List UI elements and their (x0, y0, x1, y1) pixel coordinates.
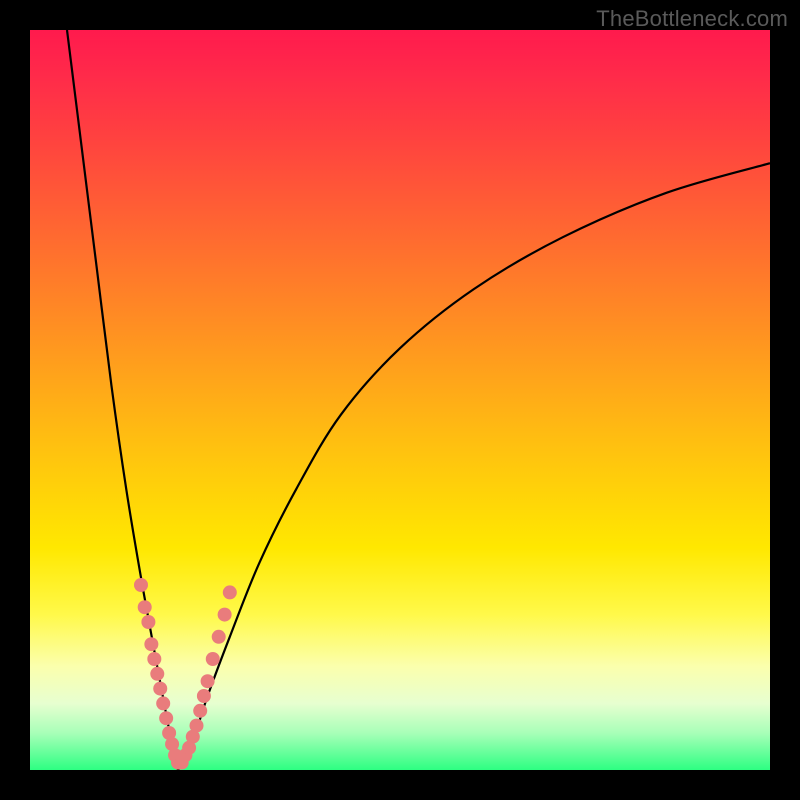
data-point (153, 682, 167, 696)
data-point (193, 704, 207, 718)
chart-svg (30, 30, 770, 770)
data-point (212, 630, 226, 644)
curve-right-branch (178, 163, 770, 770)
data-point (159, 711, 173, 725)
data-points (134, 578, 237, 770)
curve-left-branch (67, 30, 178, 770)
data-point (223, 585, 237, 599)
data-point (147, 652, 161, 666)
chart-frame: TheBottleneck.com (0, 0, 800, 800)
data-point (201, 674, 215, 688)
data-point (197, 689, 211, 703)
watermark-label: TheBottleneck.com (596, 6, 788, 32)
data-point (138, 600, 152, 614)
data-point (141, 615, 155, 629)
plot-area (30, 30, 770, 770)
data-point (190, 719, 204, 733)
data-point (156, 696, 170, 710)
data-point (218, 608, 232, 622)
data-point (206, 652, 220, 666)
data-point (150, 667, 164, 681)
data-point (134, 578, 148, 592)
data-point (144, 637, 158, 651)
